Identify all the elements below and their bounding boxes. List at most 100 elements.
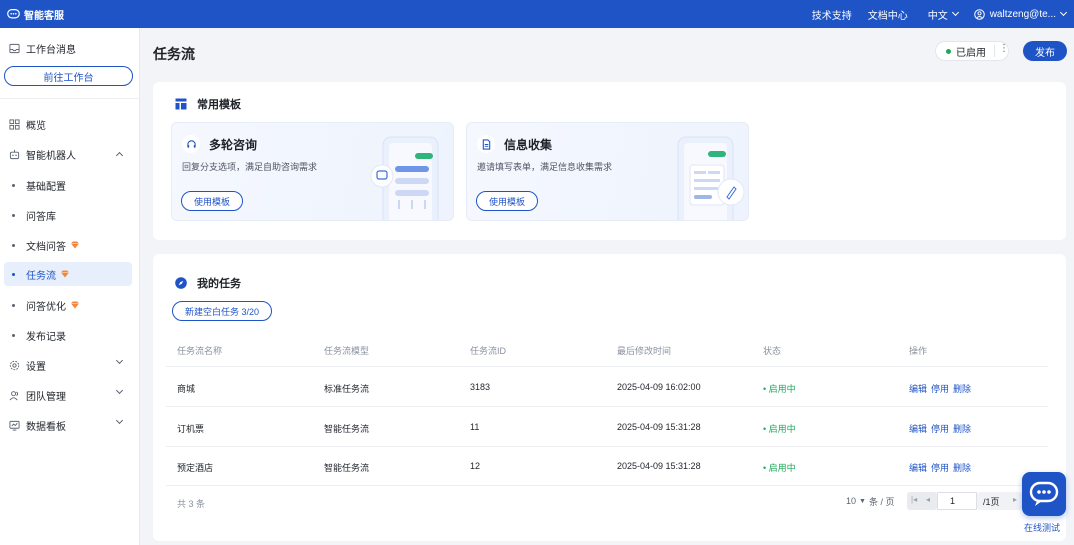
cell-name: 预定酒店 <box>177 463 214 473</box>
status-dot <box>946 48 951 54</box>
status-badge: • 启用中 <box>763 384 796 394</box>
sidebar-item-label: 设置 <box>26 361 46 373</box>
delete-link[interactable]: 删除 <box>953 422 971 435</box>
brand[interactable]: 智能客服 <box>0 7 64 22</box>
sidebar-item-robot[interactable]: 智能机器人 <box>0 142 140 166</box>
new-task-button[interactable]: 新建空白任务 3/20 <box>172 301 272 321</box>
chevron-down-icon <box>951 8 959 17</box>
sidebar-item-workbench-messages[interactable]: 工作台消息 <box>0 36 140 60</box>
bullet <box>12 333 15 337</box>
sidebar: 工作台消息 前往工作台 概览 智能机器人 基础配置 问答库 文档问答 任务流 问… <box>0 28 140 545</box>
sidebar-item-team[interactable]: 团队管理 <box>0 383 140 407</box>
cell-name: 商城 <box>177 384 196 394</box>
row-actions: 编辑 停用 删除 <box>909 422 971 435</box>
cell-model: 智能任务流 <box>324 424 370 434</box>
diamond-icon <box>71 241 79 249</box>
page-total: /1页 <box>983 497 1000 507</box>
tasks-title-text: 我的任务 <box>197 278 241 290</box>
sidebar-item-label: 智能机器人 <box>26 150 76 162</box>
diamond-icon <box>71 301 79 309</box>
use-template-button[interactable]: 使用模板 <box>181 191 243 211</box>
cell-model: 智能任务流 <box>324 463 370 473</box>
sidebar-item-dashboard[interactable]: 数据看板 <box>0 413 140 437</box>
tech-support-link[interactable]: 技术支持 <box>812 7 852 22</box>
column-header-id: 任务流ID <box>470 346 507 356</box>
disable-link[interactable]: 停用 <box>931 422 949 435</box>
headset-icon <box>182 135 200 153</box>
page-input-value: 1 <box>950 496 956 506</box>
next-page-icon[interactable]: ▸ <box>1013 495 1017 504</box>
language-select[interactable]: 中文 <box>928 7 959 22</box>
goto-workbench-button[interactable]: 前往工作台 <box>4 66 133 86</box>
template-icon <box>175 98 187 110</box>
edit-link[interactable]: 编辑 <box>909 382 927 395</box>
bullet <box>12 243 15 247</box>
inbox-icon <box>9 43 20 53</box>
chevron-down-icon <box>115 356 124 365</box>
status-text: 启用中 <box>768 384 796 394</box>
sidebar-item-label: 问答优化 <box>26 301 66 313</box>
flow-illustration <box>370 136 439 220</box>
status-pill[interactable]: 已启用 ⋮ <box>935 41 1009 61</box>
more-icon[interactable]: ⋮ <box>999 43 1009 54</box>
divider <box>0 98 140 99</box>
divider <box>166 406 1048 407</box>
chevron-down-icon <box>115 416 124 425</box>
template-desc: 邀请填写表单，满足信息收集需求 <box>477 162 613 172</box>
template-name-text: 信息收集 <box>504 137 553 152</box>
page-size-select[interactable]: 10 ▼ 条 / 页 <box>846 492 894 510</box>
template-card-multi-turn[interactable]: 多轮咨询 回复分支选项，满足自助咨询需求 使用模板 <box>171 122 454 221</box>
online-test-button[interactable] <box>1022 472 1066 516</box>
delete-link[interactable]: 删除 <box>953 382 971 395</box>
document-icon <box>477 135 495 153</box>
column-header-status: 状态 <box>763 346 782 356</box>
divider <box>166 485 1048 486</box>
sidebar-item-task-flow[interactable]: 任务流 <box>4 262 132 286</box>
page-size-value: 10 <box>846 496 857 506</box>
delete-link[interactable]: 删除 <box>953 461 971 474</box>
robot-icon <box>9 149 20 159</box>
page-input[interactable]: 1 <box>937 492 977 510</box>
sidebar-item-doc-qa[interactable]: 文档问答 <box>4 233 132 257</box>
cell-id: 12 <box>470 461 481 471</box>
sidebar-item-publish-records[interactable]: 发布记录 <box>4 323 132 347</box>
main-content: 任务流 已启用 ⋮ 发布 常用模板 多轮咨询 回复分支选项，满足自助咨询需求 使… <box>141 28 1074 545</box>
user-menu[interactable]: waltzeng@te... <box>973 8 1068 20</box>
online-test-label[interactable]: 在线测试 <box>1024 521 1060 534</box>
sidebar-item-label: 问答库 <box>26 211 56 223</box>
row-actions: 编辑 停用 删除 <box>909 382 971 395</box>
disable-link[interactable]: 停用 <box>931 382 949 395</box>
publish-button[interactable]: 发布 <box>1023 41 1067 61</box>
sidebar-item-qa-optimize[interactable]: 问答优化 <box>4 293 132 317</box>
status-badge: • 启用中 <box>763 424 796 434</box>
status-label: 已启用 <box>956 47 986 59</box>
first-page-icon[interactable]: |◂ <box>911 495 917 504</box>
bullet <box>12 303 15 307</box>
sidebar-item-settings[interactable]: 设置 <box>0 353 140 377</box>
disable-link[interactable]: 停用 <box>931 461 949 474</box>
sidebar-item-qa-library[interactable]: 问答库 <box>4 203 132 227</box>
cell-time: 2025-04-09 15:31:28 <box>617 422 701 432</box>
brand-name: 智能客服 <box>24 10 64 22</box>
column-header-actions: 操作 <box>909 346 928 356</box>
prev-page-group: |◂ ◂ <box>907 492 937 510</box>
user-icon <box>973 8 985 20</box>
chevron-down-icon <box>115 386 124 395</box>
diamond-icon <box>61 270 69 278</box>
total-count: 共 3 条 <box>177 499 206 509</box>
bullet <box>12 213 15 217</box>
use-template-button[interactable]: 使用模板 <box>476 191 538 211</box>
column-header-name: 任务流名称 <box>177 346 223 356</box>
cell-id: 3183 <box>470 382 491 392</box>
sidebar-item-basic-config[interactable]: 基础配置 <box>4 173 132 197</box>
status-text: 启用中 <box>768 463 796 473</box>
edit-link[interactable]: 编辑 <box>909 461 927 474</box>
chat-bubble-icon <box>7 8 20 18</box>
sidebar-item-label: 基础配置 <box>26 181 66 193</box>
edit-link[interactable]: 编辑 <box>909 422 927 435</box>
docs-center-link[interactable]: 文档中心 <box>868 7 908 22</box>
sidebar-item-overview[interactable]: 概览 <box>0 112 140 136</box>
page-title: 任务流 <box>153 46 195 62</box>
prev-page-icon[interactable]: ◂ <box>926 495 930 504</box>
template-card-info-collect[interactable]: 信息收集 邀请填写表单，满足信息收集需求 使用模板 <box>466 122 749 221</box>
